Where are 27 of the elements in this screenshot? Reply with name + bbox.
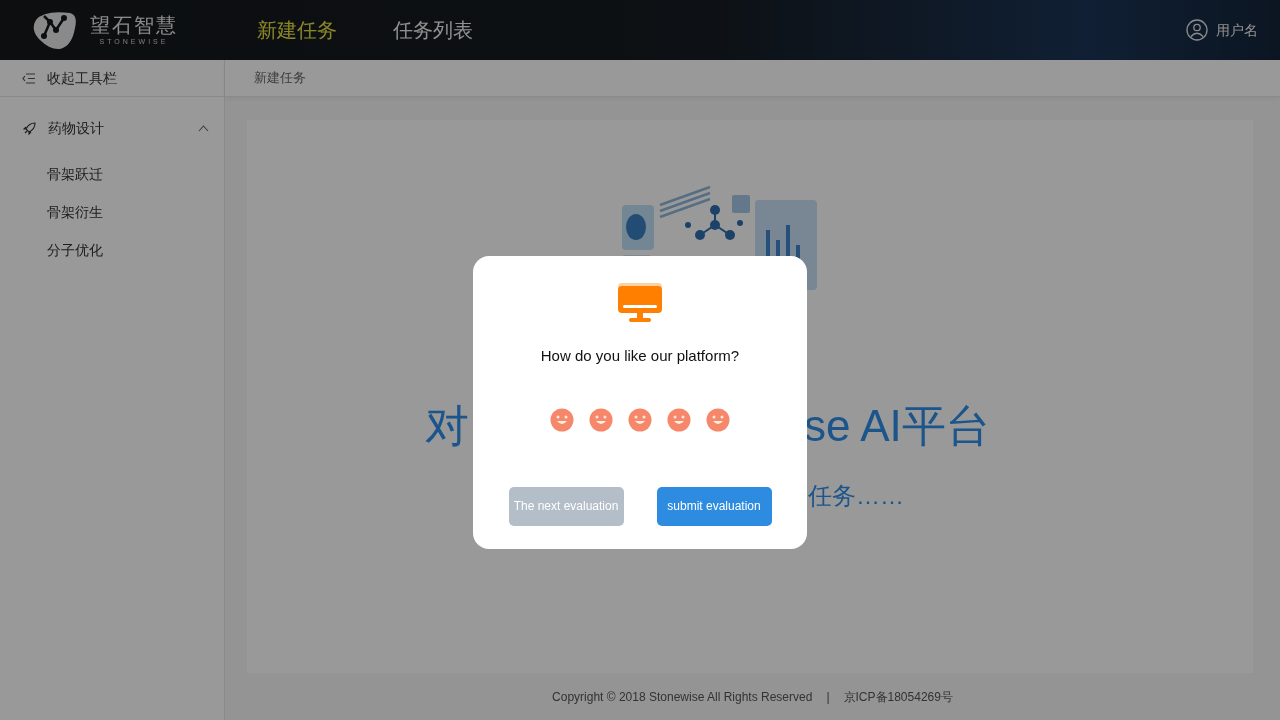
user-name[interactable]: 用户名 [1216, 19, 1258, 41]
monitor-icon [617, 283, 663, 323]
smiley-icon[interactable] [706, 407, 730, 432]
breadcrumb[interactable]: 新建任务 [254, 68, 306, 88]
brand-name: 望石智慧 [90, 12, 178, 37]
smiley-icon[interactable] [550, 407, 574, 432]
smiley-icon[interactable] [667, 407, 691, 432]
user-icon[interactable] [1186, 19, 1208, 41]
copyright-text: Copyright © 2018 Stonewise All Rights Reserved [552, 688, 813, 706]
dialog-question: How do you like our platform? [540, 346, 740, 366]
welcome-title: 对 [425, 400, 469, 452]
collapse-toolbar-button[interactable]: 收起工具栏 [0, 60, 224, 97]
smiley-icon[interactable] [628, 407, 652, 432]
smiley-icon[interactable] [589, 407, 613, 432]
nav-tab[interactable]: 任务列表 [393, 15, 473, 45]
welcome-subtitle: 任务…… [808, 481, 904, 511]
menu-item[interactable]: 骨架跃迁 [0, 155, 224, 193]
rocket-icon [23, 121, 36, 135]
collapse-icon [22, 72, 35, 84]
footer-separator: | [826, 688, 830, 706]
menu-item[interactable]: 骨架衍生 [0, 193, 224, 231]
submit-button[interactable]: submit evaluation [656, 486, 772, 526]
nav-tab[interactable]: 新建任务 [257, 15, 337, 45]
menu-item[interactable]: 分子优化 [0, 231, 224, 269]
menu-group[interactable]: 药物设计 [0, 101, 224, 155]
icp-text[interactable]: 京ICP备18054269号 [843, 687, 953, 706]
welcome-title: se AI平台 [804, 400, 990, 452]
